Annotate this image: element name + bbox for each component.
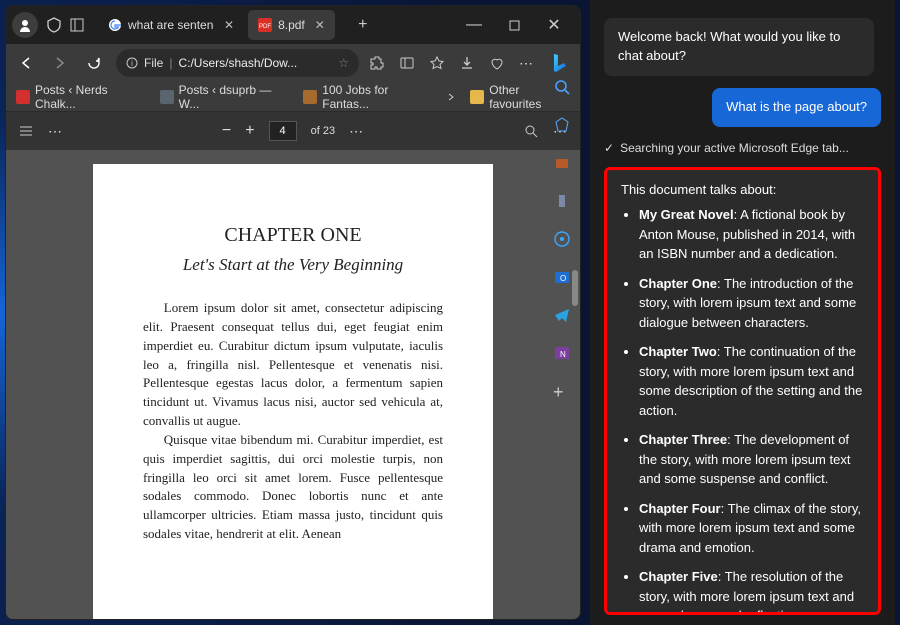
minimize-button[interactable]: — xyxy=(454,10,494,40)
tabs: what are sentence ✕ PDF 8.pdf ✕ xyxy=(98,10,335,40)
extension-icon[interactable] xyxy=(369,55,385,71)
chapter-subtitle: Let's Start at the Very Beginning xyxy=(143,255,443,275)
back-button[interactable] xyxy=(14,51,38,75)
favorites-icon[interactable] xyxy=(429,55,445,71)
discover-icon[interactable] xyxy=(553,230,573,250)
svg-text:O: O xyxy=(560,274,566,283)
close-icon[interactable]: ✕ xyxy=(315,18,325,32)
refresh-button[interactable] xyxy=(82,51,106,75)
zoom-out-button[interactable]: − xyxy=(222,122,231,140)
page-input[interactable] xyxy=(269,121,297,141)
message-text: What is the page about? xyxy=(726,99,867,114)
maximize-button[interactable] xyxy=(494,10,534,40)
onenote-icon[interactable]: N xyxy=(553,344,573,364)
favicon xyxy=(160,90,174,104)
tab-search[interactable]: what are sentence ✕ xyxy=(98,10,244,40)
favicon xyxy=(303,90,317,104)
address-bar[interactable]: i File | C:/Users/shash/Dow... ☆ xyxy=(116,49,359,77)
google-icon xyxy=(108,18,122,32)
shopping-icon[interactable] xyxy=(553,116,573,136)
answer-list: My Great Novel: A fictional book by Anto… xyxy=(621,205,864,615)
tab-label: what are sentence xyxy=(128,18,214,32)
workspaces-icon[interactable] xyxy=(46,17,62,33)
pdf-viewport[interactable]: CHAPTER ONE Let's Start at the Very Begi… xyxy=(6,150,580,619)
body-paragraph: Lorem ipsum dolor sit amet, consectetur … xyxy=(143,299,443,431)
svg-text:i: i xyxy=(131,59,133,68)
list-item: Chapter Five: The resolution of the stor… xyxy=(639,567,864,615)
page-total: of 23 xyxy=(311,125,335,137)
close-icon[interactable]: ✕ xyxy=(224,18,234,32)
info-icon: i xyxy=(126,57,138,69)
bookmark-item[interactable]: 100 Jobs for Fantas... xyxy=(303,83,432,111)
add-icon[interactable]: + xyxy=(553,382,573,402)
forward-button[interactable] xyxy=(48,51,72,75)
bookmark-item[interactable]: Posts ‹ dsuprb — W... xyxy=(160,83,290,111)
new-tab-button[interactable]: + xyxy=(349,11,377,39)
list-item: My Great Novel: A fictional book by Anto… xyxy=(639,205,864,264)
list-item: Chapter One: The introduction of the sto… xyxy=(639,274,864,333)
outlook-icon[interactable]: O xyxy=(553,268,573,288)
answer-intro: This document talks about: xyxy=(621,180,864,200)
vertical-tabs-icon[interactable] xyxy=(70,18,84,32)
telegram-icon[interactable] xyxy=(553,306,573,326)
bookmark-overflow[interactable] xyxy=(446,92,456,102)
wellness-icon[interactable] xyxy=(489,55,505,71)
edge-sidebar: O N + xyxy=(545,46,581,402)
search-icon[interactable] xyxy=(553,78,573,98)
list-item: Chapter Three: The development of the st… xyxy=(639,430,864,489)
url-text: C:/Users/shash/Dow... xyxy=(178,56,297,70)
bookmarks-bar: Posts ‹ Nerds Chalk... Posts ‹ dsuprb — … xyxy=(6,82,580,112)
contents-icon[interactable] xyxy=(18,123,34,139)
pdf-toolbar: ⋯ − + of 23 ⋯ ⋯ xyxy=(6,112,580,150)
pdf-page: CHAPTER ONE Let's Start at the Very Begi… xyxy=(93,164,493,619)
folder-icon xyxy=(470,90,484,104)
tools-icon[interactable] xyxy=(553,154,573,174)
bot-message: Welcome back! What would you like to cha… xyxy=(604,18,874,76)
bot-answer: This document talks about: My Great Nove… xyxy=(604,167,881,615)
find-icon[interactable] xyxy=(523,123,539,139)
browser-window: what are sentence ✕ PDF 8.pdf ✕ + — ✕ xyxy=(5,5,581,620)
check-icon: ✓ xyxy=(604,141,614,155)
tab-label: 8.pdf xyxy=(278,18,305,32)
bookmark-item[interactable]: Posts ‹ Nerds Chalk... xyxy=(16,83,146,111)
games-icon[interactable] xyxy=(553,192,573,212)
pdf-view-more[interactable]: ⋯ xyxy=(349,123,364,140)
body-paragraph: Quisque vitae bibendum mi. Curabitur imp… xyxy=(143,431,443,544)
pdf-more-icon[interactable]: ⋯ xyxy=(48,123,63,140)
collections-icon[interactable] xyxy=(399,55,415,71)
chapter-title: CHAPTER ONE xyxy=(143,224,443,247)
favicon xyxy=(16,90,30,104)
user-message: What is the page about? xyxy=(712,88,881,127)
zoom-in-button[interactable]: + xyxy=(245,122,254,140)
bookmark-label: Posts ‹ dsuprb — W... xyxy=(179,83,290,111)
more-icon[interactable]: ⋯ xyxy=(519,55,534,72)
list-item: Chapter Two: The continuation of the sto… xyxy=(639,342,864,420)
toolbar-icons: ⋯ xyxy=(369,51,572,75)
close-button[interactable]: ✕ xyxy=(534,10,574,40)
status-text: Searching your active Microsoft Edge tab… xyxy=(620,141,849,155)
pdf-icon: PDF xyxy=(258,18,272,32)
star-icon[interactable]: ☆ xyxy=(338,56,349,70)
tab-bar: what are sentence ✕ PDF 8.pdf ✕ + — ✕ xyxy=(6,6,580,44)
tab-pdf[interactable]: PDF 8.pdf ✕ xyxy=(248,10,335,40)
url-prefix: File xyxy=(144,56,163,70)
message-text: Welcome back! What would you like to cha… xyxy=(618,29,840,63)
bookmark-label: 100 Jobs for Fantas... xyxy=(322,83,432,111)
nav-bar: i File | C:/Users/shash/Dow... ☆ ⋯ xyxy=(6,44,580,82)
status-line: ✓ Searching your active Microsoft Edge t… xyxy=(604,141,881,155)
downloads-icon[interactable] xyxy=(459,55,475,71)
profile-button[interactable] xyxy=(12,12,38,38)
window-controls: — ✕ xyxy=(454,10,574,40)
list-item: Chapter Four: The climax of the story, w… xyxy=(639,499,864,558)
svg-text:N: N xyxy=(560,350,566,359)
bing-chat-panel: Welcome back! What would you like to cha… xyxy=(590,0,895,625)
bookmark-label: Posts ‹ Nerds Chalk... xyxy=(35,83,146,111)
svg-text:PDF: PDF xyxy=(259,24,271,30)
